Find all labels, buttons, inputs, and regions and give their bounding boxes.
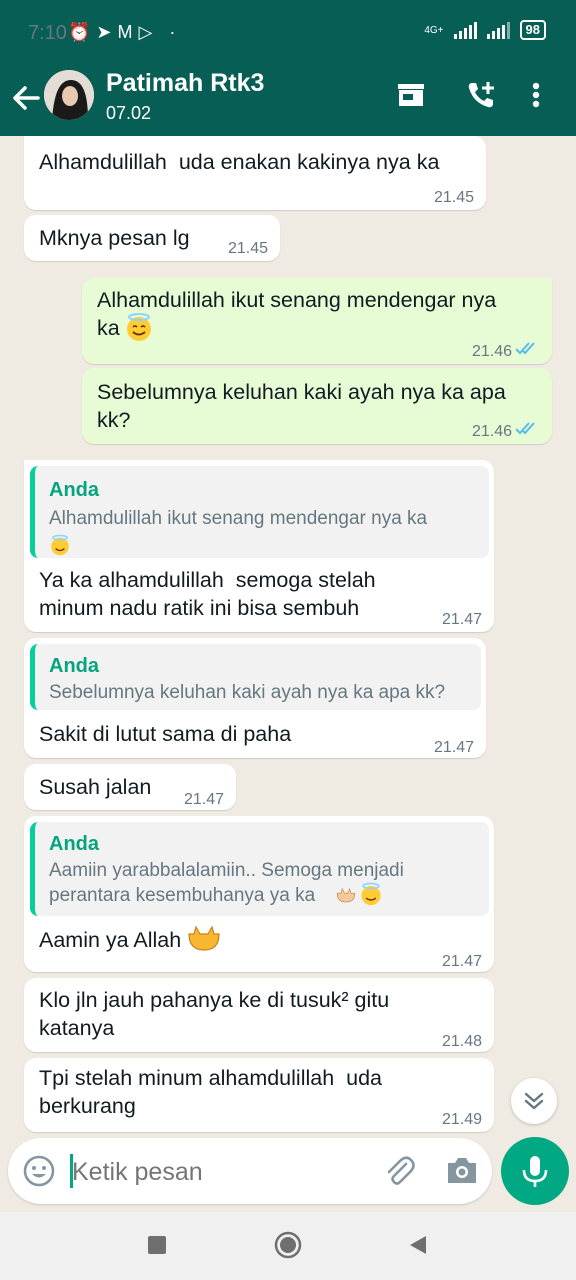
message-time: 21.47	[433, 739, 474, 756]
message-text: Ya ka alhamdulillah semoga stelah minum …	[39, 568, 376, 620]
system-nav-bar	[0, 1212, 576, 1280]
smiling-face-with-halo-icon	[51, 534, 69, 556]
message-outgoing[interactable]: Alhamdulillah ikut senang mendengar nya …	[82, 278, 552, 364]
camera-icon[interactable]	[444, 1154, 480, 1188]
palms-up-together-icon	[188, 925, 220, 951]
message-incoming[interactable]: Klo jln jauh pahanya ke di tusuk² gitu k…	[24, 978, 494, 1052]
message-incoming-reply[interactable]: Anda Aamiin yarabbalalamiin.. Semoga men…	[24, 816, 494, 972]
message-incoming[interactable]: Susah jalan 21.47	[24, 764, 236, 810]
quote-author: Anda	[49, 479, 99, 501]
message-incoming-reply[interactable]: Anda Sebelumnya keluhan kaki ayah nya ka…	[24, 638, 486, 758]
battery-indicator: 98	[519, 20, 546, 40]
message-text: Alhamdulillah ikut senang mendengar nya …	[97, 286, 496, 342]
back-arrow-icon[interactable]	[10, 78, 42, 118]
message-time: 21.45	[227, 240, 268, 257]
status-right: 4G+ 98	[424, 20, 546, 40]
quote-author: Anda	[49, 833, 99, 855]
avatar-image-icon	[44, 70, 94, 120]
message-incoming[interactable]: Mknya pesan lg 21.45	[24, 215, 280, 261]
back-icon[interactable]	[406, 1234, 428, 1256]
microphone-icon	[522, 1156, 548, 1187]
message-text: Mknya pesan lg	[39, 226, 190, 250]
message-outgoing[interactable]: Sebelumnya keluhan kaki ayah nya ka apa …	[82, 368, 552, 444]
smiling-face-with-halo-icon	[126, 313, 151, 342]
contact-status: 07.02	[106, 103, 152, 123]
message-composer	[8, 1138, 492, 1204]
read-receipt-icon	[515, 422, 535, 435]
message-time: 21.48	[441, 1033, 482, 1050]
message-time: 21.46	[471, 343, 512, 360]
smiling-face-with-halo-icon	[361, 882, 381, 906]
signal-icon-2	[486, 21, 510, 39]
scroll-to-bottom-button[interactable]	[511, 1078, 557, 1124]
read-receipt-icon	[515, 342, 535, 355]
recents-icon[interactable]	[146, 1234, 168, 1256]
message-time: 21.45	[433, 189, 474, 206]
message-time: 21.47	[441, 953, 482, 970]
contact-name[interactable]: Patimah Rtk3	[106, 69, 264, 98]
quoted-message[interactable]: Anda Sebelumnya keluhan kaki ayah nya ka…	[30, 644, 481, 710]
message-text: Tpi stelah minum alhamdulillah uda berku…	[39, 1066, 382, 1118]
store-icon[interactable]	[394, 78, 428, 112]
home-icon[interactable]	[273, 1230, 303, 1260]
message-text: Aamin ya Allah	[39, 925, 221, 954]
avatar[interactable]	[44, 70, 94, 120]
status-time: 7:10	[28, 22, 67, 44]
add-call-icon[interactable]	[464, 78, 498, 112]
palms-up-together-icon	[336, 887, 356, 903]
message-text: Klo jln jauh pahanya ke di tusuk² gitu k…	[39, 988, 390, 1040]
double-chevron-down-icon	[524, 1092, 544, 1110]
message-text: Sakit di lutut sama di paha	[39, 722, 292, 746]
quote-author: Anda	[49, 655, 99, 677]
quote-text: Alhamdulillah ikut senang mendengar nya …	[49, 508, 428, 529]
quoted-message[interactable]: Anda Aamiin yarabbalalamiin.. Semoga men…	[30, 822, 489, 916]
quote-text: Sebelumnya keluhan kaki ayah nya ka apa …	[49, 682, 446, 703]
message-text: Sebelumnya keluhan kaki ayah nya ka apa …	[97, 380, 506, 432]
message-text: Alhamdulillah uda enakan kakinya nya ka	[39, 150, 440, 174]
message-text: Susah jalan	[39, 775, 152, 799]
signal-icon	[453, 21, 477, 39]
message-time: 21.47	[183, 791, 224, 808]
chat-area[interactable]: Alhamdulillah uda enakan kakinya nya ka …	[0, 136, 576, 1136]
chat-header: Patimah Rtk3 07.02	[0, 64, 576, 136]
emoji-icon[interactable]	[22, 1154, 56, 1188]
message-incoming[interactable]: Tpi stelah minum alhamdulillah uda berku…	[24, 1058, 494, 1132]
text-caret	[70, 1154, 73, 1188]
message-time: 21.49	[441, 1111, 482, 1128]
status-bar: 7:10 ⏰➤M▷ · 4G+ 98	[0, 0, 576, 64]
quoted-message[interactable]: Anda Alhamdulillah ikut senang mendengar…	[30, 466, 489, 558]
message-time: 21.46	[471, 423, 512, 440]
notification-icons: ⏰➤M▷ ·	[68, 22, 182, 42]
message-incoming-reply[interactable]: Anda Alhamdulillah ikut senang mendengar…	[24, 460, 494, 632]
message-incoming[interactable]: Alhamdulillah uda enakan kakinya nya ka …	[24, 136, 486, 210]
attach-icon[interactable]	[380, 1152, 418, 1190]
voice-message-button[interactable]	[501, 1137, 569, 1205]
more-options-icon[interactable]	[526, 78, 546, 112]
network-type: 4G+	[424, 24, 444, 36]
message-time: 21.47	[441, 611, 482, 628]
message-input[interactable]	[70, 1152, 374, 1192]
